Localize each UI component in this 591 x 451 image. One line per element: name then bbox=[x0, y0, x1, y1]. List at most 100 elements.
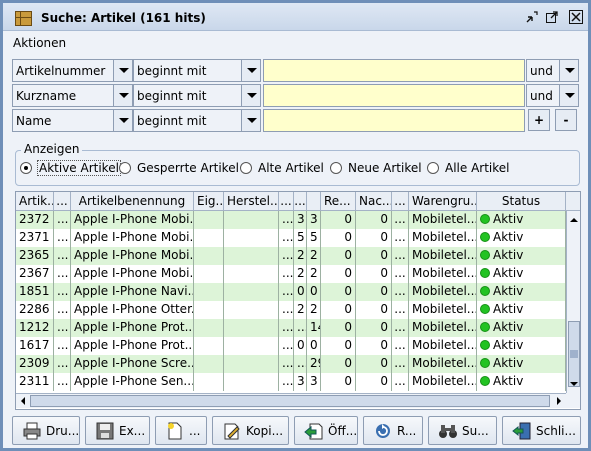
status-label: Aktiv bbox=[493, 356, 524, 370]
table-row[interactable]: 1851... Apple I-Phone Navi...... 0 0 0 0... Mo… bbox=[16, 283, 566, 301]
status-label: Aktiv bbox=[493, 374, 524, 388]
table-row[interactable]: 2311... Apple I-Phone Sen...... 3 3 0 0... Mob… bbox=[16, 373, 566, 391]
button-label: Öff... bbox=[328, 424, 358, 438]
table-cell: Mobiletel... bbox=[409, 229, 477, 247]
open-button[interactable]: Öff... bbox=[294, 416, 358, 445]
add-filter-button[interactable]: + bbox=[528, 109, 550, 131]
table-cell: Mobiletel... bbox=[409, 247, 477, 265]
radio-unchecked-icon bbox=[427, 162, 439, 174]
table-cell bbox=[194, 319, 224, 337]
column-header[interactable]: ... bbox=[392, 192, 409, 211]
column-header[interactable]: Status bbox=[477, 192, 566, 211]
table-cell: ... bbox=[279, 283, 294, 301]
status-active-icon bbox=[480, 286, 490, 296]
menu-aktionen[interactable]: Aktionen bbox=[13, 36, 66, 50]
vertical-scrollbar[interactable] bbox=[566, 211, 581, 393]
chevron-down-icon[interactable] bbox=[559, 85, 578, 106]
field-select-1[interactable]: Artikelnummer bbox=[12, 59, 133, 82]
chevron-down-icon[interactable] bbox=[241, 60, 260, 81]
table-cell: Mobiletel... bbox=[409, 211, 477, 229]
filter-value-input-1[interactable] bbox=[263, 59, 525, 82]
scroll-right-icon[interactable] bbox=[552, 394, 566, 408]
column-header[interactable]: Nac... bbox=[356, 192, 392, 211]
close-icon[interactable] bbox=[568, 10, 583, 24]
print-button[interactable]: Dru... bbox=[12, 416, 80, 445]
close-button[interactable]: Schli... bbox=[502, 416, 581, 445]
export-button[interactable]: Ex... bbox=[85, 416, 150, 445]
column-header[interactable]: Herstel... bbox=[224, 192, 279, 211]
search-window: Suche: Artikel (161 hits) Aktionen Artik… bbox=[0, 0, 591, 451]
printer-icon bbox=[23, 422, 41, 440]
scroll-left-icon[interactable] bbox=[16, 394, 30, 408]
table-cell bbox=[194, 247, 224, 265]
table-cell: 0 bbox=[294, 283, 307, 301]
column-header[interactable]: ... bbox=[294, 192, 307, 211]
column-header-corner bbox=[566, 192, 580, 211]
remove-filter-button[interactable]: - bbox=[555, 109, 577, 131]
horizontal-scrollbar[interactable] bbox=[16, 393, 566, 408]
table-cell bbox=[194, 301, 224, 319]
table-cell: 3 bbox=[307, 211, 321, 229]
chevron-down-icon[interactable] bbox=[241, 85, 260, 106]
search-button[interactable]: Su... bbox=[428, 416, 497, 445]
table-row[interactable]: 2286... Apple I-Phone Otter...... 2 2 0 0... M… bbox=[16, 301, 566, 319]
field-select-3[interactable]: Name bbox=[12, 109, 133, 132]
conjunction-select-2[interactable]: und bbox=[526, 84, 579, 107]
status-active-icon bbox=[480, 214, 490, 224]
column-header[interactable] bbox=[307, 192, 321, 211]
table-cell: 0 bbox=[307, 337, 321, 355]
chevron-down-icon[interactable] bbox=[241, 110, 260, 131]
menu-bar: Aktionen bbox=[3, 31, 588, 53]
table-cell bbox=[224, 301, 279, 319]
conjunction-select-1[interactable]: und bbox=[526, 59, 579, 82]
column-header[interactable]: Warengru... bbox=[409, 192, 477, 211]
operator-select-2[interactable]: beginnt mit bbox=[133, 84, 261, 107]
scroll-down-icon[interactable] bbox=[567, 377, 581, 391]
horizontal-scroll-thumb[interactable] bbox=[30, 395, 550, 407]
filter-value-input-2[interactable] bbox=[263, 84, 525, 107]
field-select-value: Kurzname bbox=[16, 89, 77, 103]
maximize-icon[interactable] bbox=[544, 10, 559, 24]
table-row[interactable]: 1212...Apple I-Phone Prot.........1400..… bbox=[16, 319, 566, 337]
refresh-button[interactable]: R... bbox=[363, 416, 423, 445]
table-cell: 0 bbox=[356, 355, 392, 373]
operator-select-1[interactable]: beginnt mit bbox=[133, 59, 261, 82]
table-row[interactable]: 2365... Apple I-Phone Mobi...... 2 2 0 0... Mo… bbox=[16, 247, 566, 265]
chevron-down-icon[interactable] bbox=[113, 60, 132, 81]
scroll-up-icon[interactable] bbox=[567, 213, 581, 227]
table-cell: ... bbox=[54, 265, 71, 283]
chevron-down-icon[interactable] bbox=[113, 110, 132, 131]
new-button[interactable]: ... bbox=[155, 416, 207, 445]
table-cell: 3 bbox=[307, 373, 321, 391]
table-cell: 0 bbox=[356, 283, 392, 301]
column-header[interactable]: Re... bbox=[321, 192, 356, 211]
copy-button[interactable]: Kopi... bbox=[212, 416, 289, 445]
table-cell: Aktiv bbox=[477, 265, 566, 283]
table-row[interactable]: 1617... Apple I-Phone Prot...... 0 0 0 0... Mo… bbox=[16, 337, 566, 355]
table-row[interactable]: 2372... Apple I-Phone Mobi...... 3 3 0 0... Mo… bbox=[16, 211, 566, 229]
table-row[interactable]: 2309...Apple I-Phone Scre.........2900..… bbox=[16, 355, 566, 373]
table-row[interactable]: 2371... Apple I-Phone Mobi...... 5 5 0 0... Mo… bbox=[16, 229, 566, 247]
button-label: Dru... bbox=[46, 424, 80, 438]
status-label: Aktiv bbox=[493, 284, 524, 298]
column-header[interactable]: Artik... bbox=[16, 192, 54, 211]
table-cell: Apple I-Phone Prot... bbox=[71, 337, 194, 355]
field-select-2[interactable]: Kurzname bbox=[12, 84, 133, 107]
table-cell: ... bbox=[279, 211, 294, 229]
table-row[interactable]: 2367... Apple I-Phone Mobi...... 2 2 0 0... Mo… bbox=[16, 265, 566, 283]
chevron-down-icon[interactable] bbox=[559, 60, 578, 81]
status-active-icon bbox=[480, 232, 490, 242]
chevron-down-icon[interactable] bbox=[113, 85, 132, 106]
table-cell: 0 bbox=[356, 265, 392, 283]
table-cell bbox=[194, 229, 224, 247]
column-header[interactable]: Artikelbenennung bbox=[71, 192, 194, 211]
status-label: Aktiv bbox=[493, 338, 524, 352]
filter-value-input-3[interactable] bbox=[263, 109, 525, 132]
table-cell bbox=[224, 319, 279, 337]
operator-select-3[interactable]: beginnt mit bbox=[133, 109, 261, 132]
table-cell bbox=[224, 229, 279, 247]
minimize-icon[interactable] bbox=[524, 10, 539, 24]
column-header[interactable]: ... bbox=[279, 192, 294, 211]
column-header[interactable]: Eig... bbox=[194, 192, 224, 211]
column-header[interactable]: ... bbox=[54, 192, 71, 211]
